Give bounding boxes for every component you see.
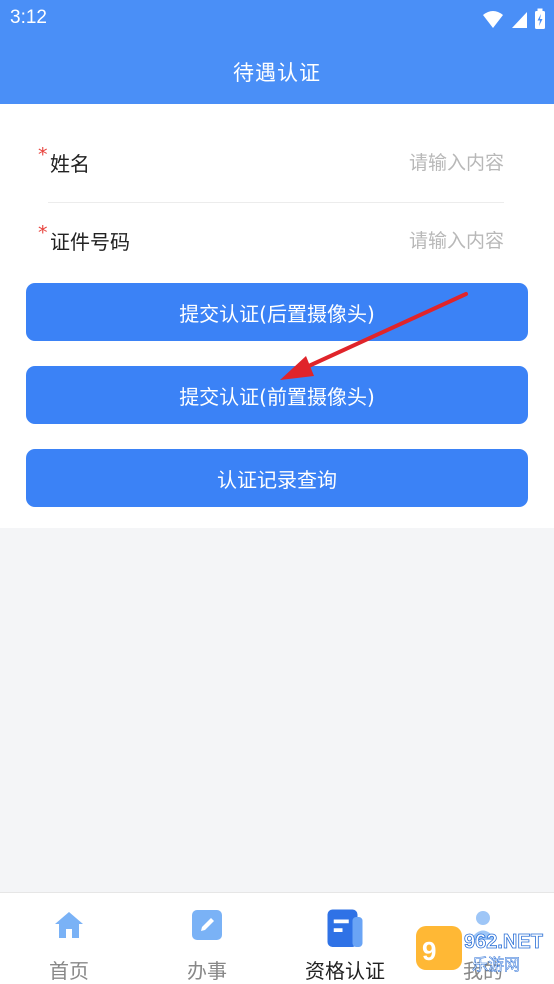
name-field[interactable]: * 姓名 请输入内容 bbox=[38, 138, 504, 194]
svg-text:9: 9 bbox=[422, 936, 436, 966]
id-number-label: 证件号码 bbox=[50, 230, 130, 254]
name-input[interactable]: 请输入内容 bbox=[409, 148, 504, 175]
battery-icon bbox=[535, 8, 545, 29]
tab-home-label: 首页 bbox=[49, 959, 89, 983]
id-number-input[interactable]: 请输入内容 bbox=[409, 226, 504, 253]
records-query-button[interactable]: 认证记录查询 bbox=[26, 449, 528, 507]
document-icon bbox=[327, 909, 363, 947]
svg-text:乐游网: 乐游网 bbox=[472, 955, 520, 974]
submit-rear-camera-button[interactable]: 提交认证(后置摄像头) bbox=[26, 283, 528, 341]
required-mark: * bbox=[38, 144, 48, 166]
edit-icon bbox=[192, 910, 222, 940]
tab-home[interactable]: 首页 bbox=[0, 893, 138, 984]
page-title: 待遇认证 bbox=[233, 61, 321, 85]
tab-certification-label: 资格认证 bbox=[305, 959, 385, 983]
home-icon bbox=[55, 912, 83, 938]
tab-services[interactable]: 办事 bbox=[138, 893, 276, 984]
required-mark: * bbox=[38, 222, 48, 244]
svg-text:962.NET: 962.NET bbox=[464, 931, 543, 953]
status-time: 3:12 bbox=[10, 7, 47, 28]
submit-front-camera-button[interactable]: 提交认证(前置摄像头) bbox=[26, 366, 528, 424]
tab-certification[interactable]: 资格认证 bbox=[276, 893, 414, 984]
site-watermark: 962.NET 乐游网 9 bbox=[412, 922, 548, 976]
signal-icon bbox=[512, 12, 527, 28]
status-icons bbox=[482, 8, 546, 30]
app-header: 3:12 待遇认证 bbox=[0, 0, 554, 104]
wifi-icon bbox=[483, 11, 503, 28]
tab-services-label: 办事 bbox=[187, 959, 227, 983]
id-number-field[interactable]: * 证件号码 请输入内容 bbox=[38, 216, 504, 272]
status-bar: 3:12 bbox=[0, 0, 554, 38]
watermark-logo-icon: 962.NET 乐游网 9 bbox=[416, 926, 543, 974]
field-divider bbox=[48, 202, 504, 203]
name-label: 姓名 bbox=[50, 152, 90, 176]
